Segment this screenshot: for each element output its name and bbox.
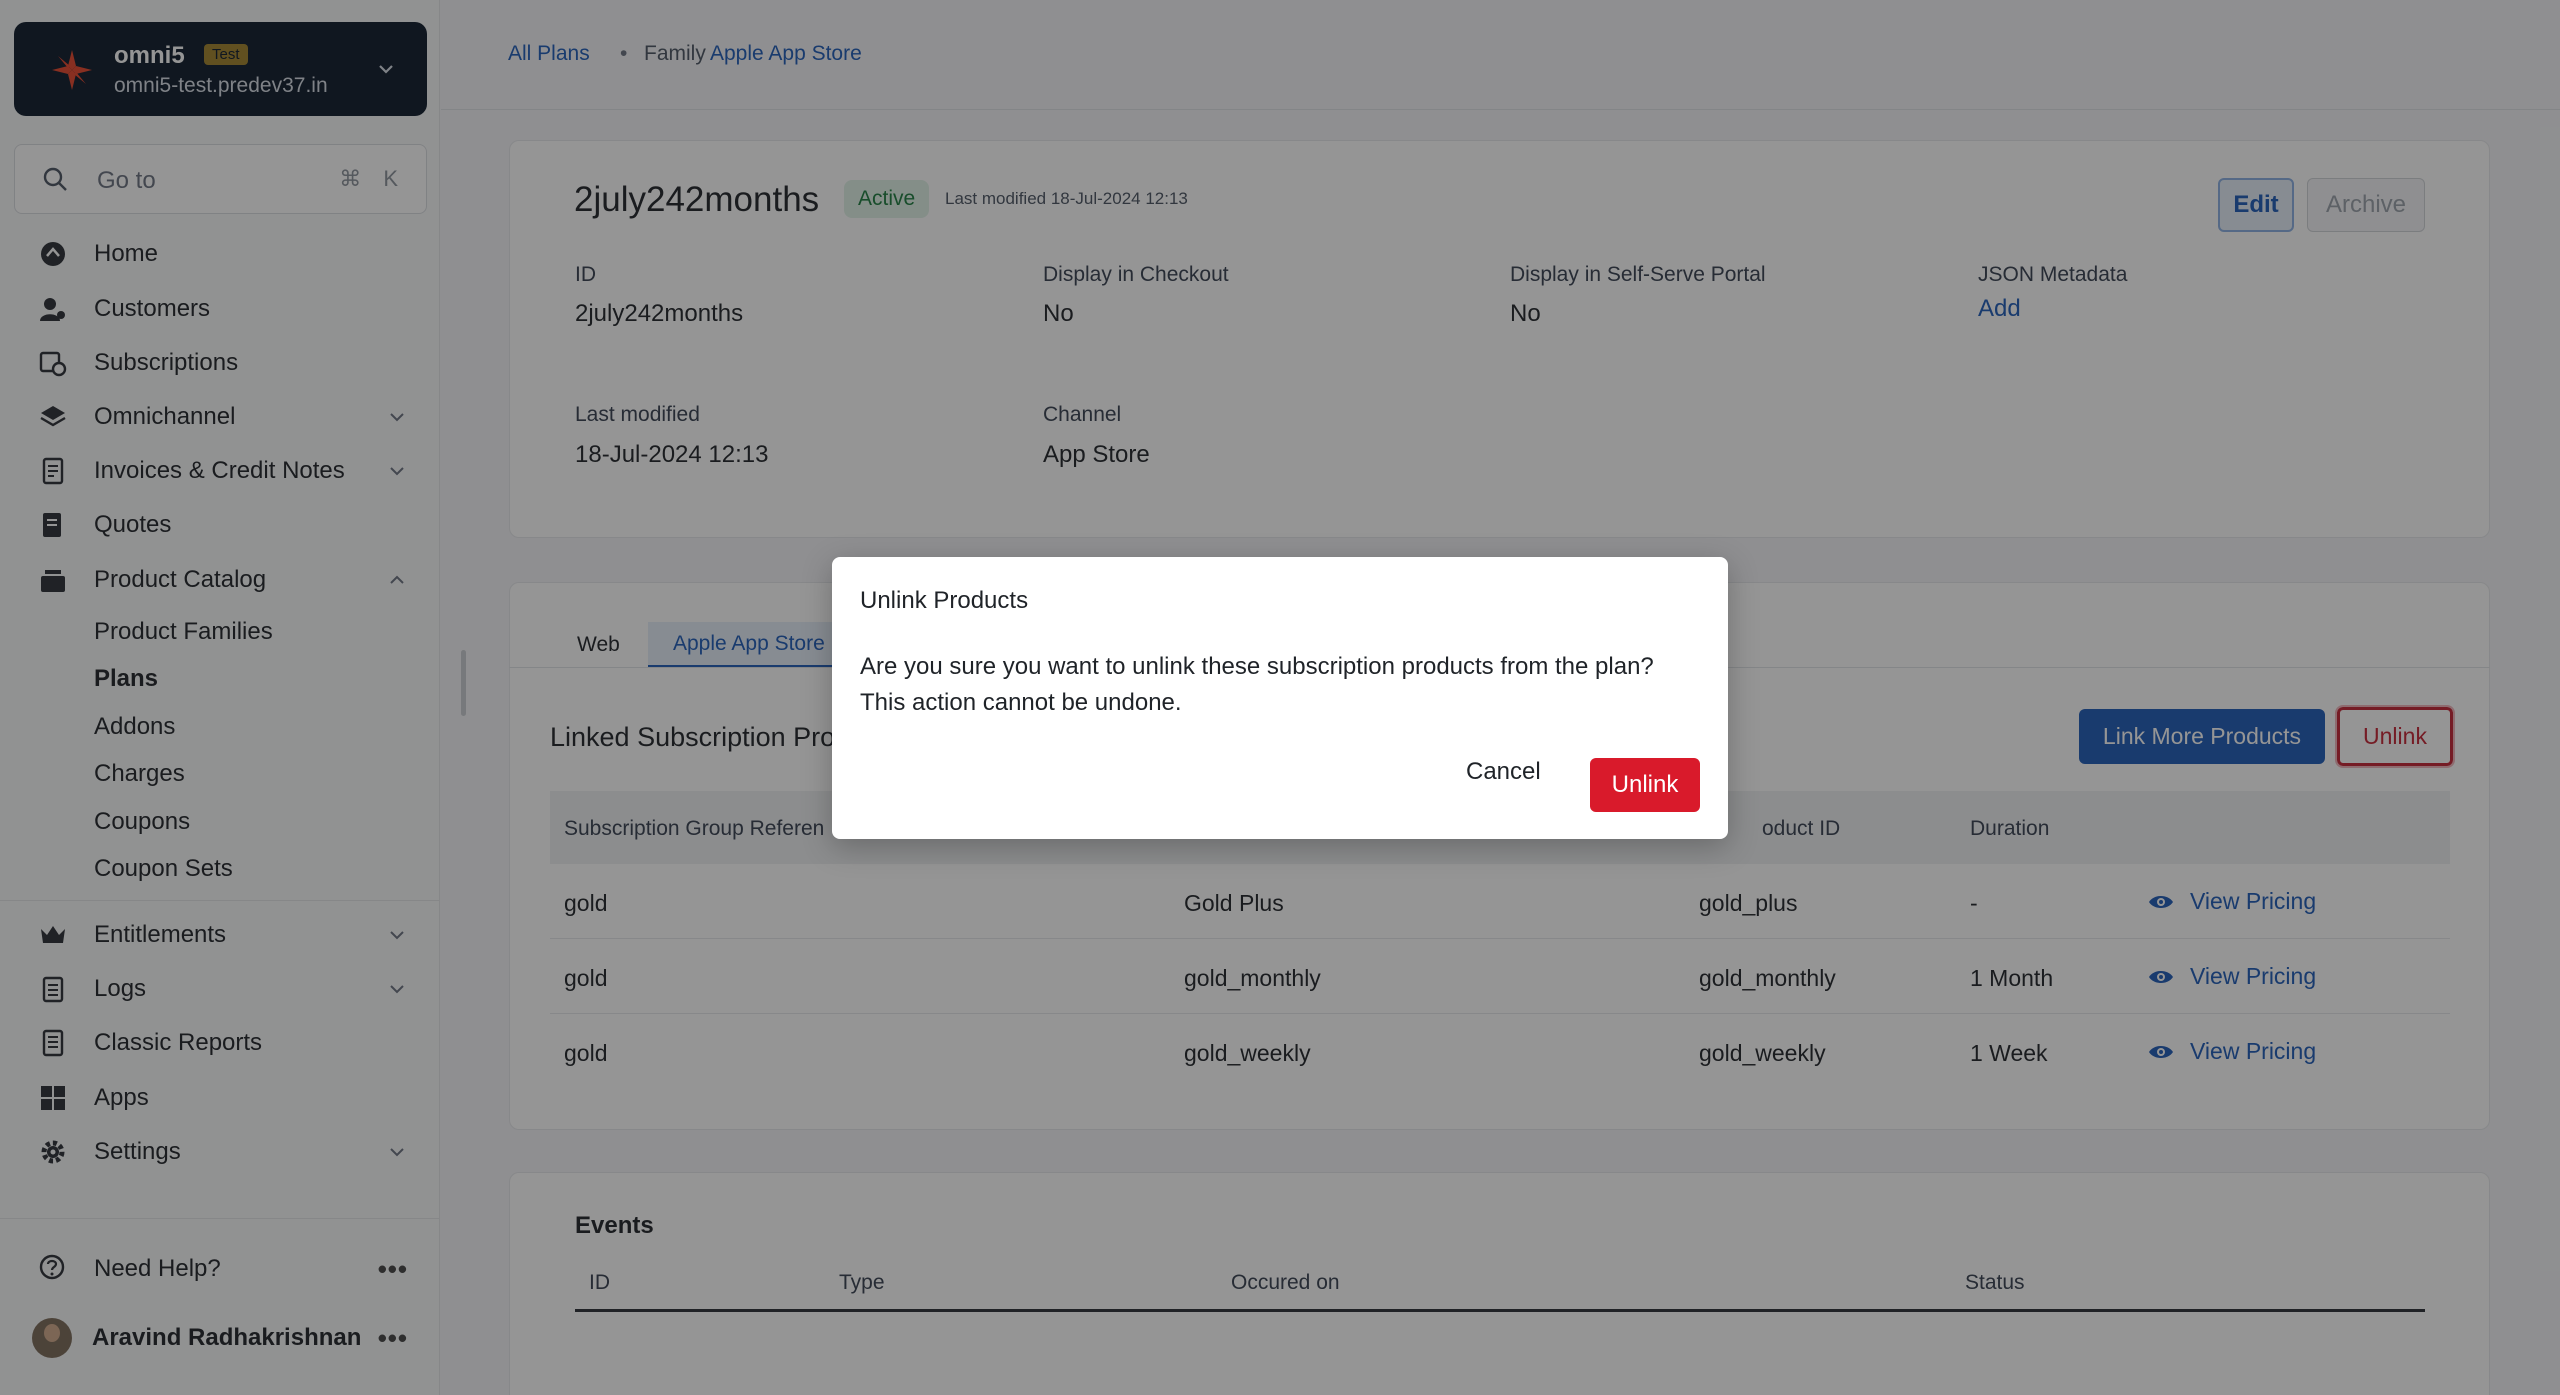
dialog-title: Unlink Products [860,587,1029,614]
unlink-products-dialog: Unlink Products Are you sure you want to… [832,557,1728,839]
dialog-message: Are you sure you want to unlink these su… [860,649,1710,721]
cancel-button[interactable]: Cancel [1466,758,1541,786]
confirm-unlink-button[interactable]: Unlink [1590,758,1700,812]
dialog-message-line: This action cannot be undone. [860,689,1182,716]
dialog-message-line: Are you sure you want to unlink these su… [860,653,1654,680]
